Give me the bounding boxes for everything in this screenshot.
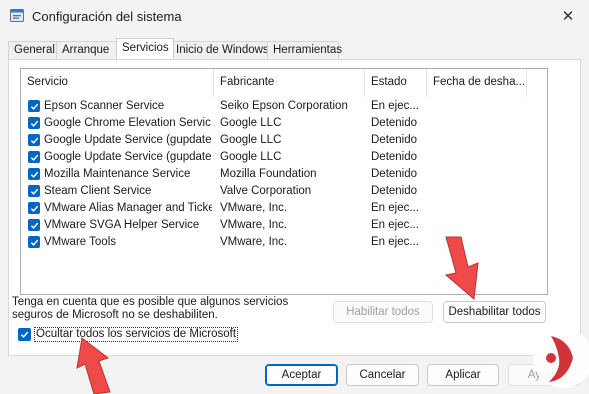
title-bar: Configuración del sistema ✕ bbox=[0, 0, 589, 34]
service-vendor: Seiko Epson Corporation bbox=[220, 100, 348, 112]
annotation-arrow-disable-all bbox=[444, 236, 479, 300]
column-header-fecha-deshabilitado[interactable]: Fecha de desha... bbox=[427, 69, 527, 97]
service-vendor: VMware, Inc. bbox=[220, 236, 288, 248]
checkmark-icon bbox=[30, 205, 38, 212]
service-name: VMware SVGA Helper Service bbox=[44, 219, 200, 231]
service-vendor: Valve Corporation bbox=[220, 185, 312, 197]
service-vendor: Google LLC bbox=[220, 151, 282, 163]
tab-arranque[interactable]: Arranque bbox=[56, 41, 117, 59]
table-row[interactable]: Google Update Service (gupdatem) Google … bbox=[21, 149, 547, 166]
service-name: Mozilla Maintenance Service bbox=[44, 168, 191, 180]
service-name: Steam Client Service bbox=[44, 185, 152, 197]
service-rows: Epson Scanner Service Seiko Epson Corpor… bbox=[21, 98, 547, 251]
service-status: Detenido bbox=[371, 134, 418, 146]
msconfig-app-icon bbox=[10, 9, 24, 22]
service-status: En ejec... bbox=[371, 202, 419, 214]
table-row[interactable]: VMware SVGA Helper Service VMware, Inc. … bbox=[21, 217, 547, 234]
hide-microsoft-label: Ocultar todos los servicios de Microsoft bbox=[34, 326, 239, 342]
table-row[interactable]: Mozilla Maintenance Service Mozilla Foun… bbox=[21, 166, 547, 183]
hide-microsoft-checkbox-box[interactable] bbox=[18, 327, 31, 341]
service-status: Detenido bbox=[371, 185, 418, 197]
service-vendor: Google LLC bbox=[220, 134, 282, 146]
tab-inicio-de-windows[interactable]: Inicio de Windows bbox=[170, 41, 269, 59]
tab-general[interactable]: General bbox=[8, 41, 57, 59]
column-header-estado[interactable]: Estado bbox=[365, 69, 427, 97]
row-checkbox[interactable] bbox=[28, 134, 40, 146]
row-checkbox[interactable] bbox=[28, 185, 40, 197]
watermark-logo bbox=[533, 328, 589, 388]
list-header: Servicio Fabricante Estado Fecha de desh… bbox=[21, 69, 547, 97]
service-name: Epson Scanner Service bbox=[44, 100, 165, 112]
service-name: VMware Tools bbox=[44, 236, 117, 248]
checkmark-icon bbox=[30, 120, 38, 127]
row-checkbox[interactable] bbox=[28, 168, 40, 180]
note-line-2: seguros de Microsoft no se deshabiliten. bbox=[12, 309, 218, 321]
service-name: Google Update Service (gupdate) bbox=[44, 134, 212, 146]
checkmark-icon bbox=[30, 239, 38, 246]
row-checkbox[interactable] bbox=[28, 117, 40, 129]
row-checkbox[interactable] bbox=[28, 202, 40, 214]
hide-microsoft-services-checkbox[interactable]: Ocultar todos los servicios de Microsoft bbox=[18, 326, 239, 342]
checkmark-icon bbox=[20, 331, 29, 338]
microsoft-services-note: Tenga en cuenta que es posible que algun… bbox=[12, 296, 322, 322]
tab-herramientas[interactable]: Herramientas bbox=[267, 41, 342, 59]
table-row[interactable]: VMware Alias Manager and Ticke... VMware… bbox=[21, 200, 547, 217]
table-row[interactable]: Google Update Service (gupdate) Google L… bbox=[21, 132, 547, 149]
service-status: En ejec... bbox=[371, 236, 419, 248]
service-name: Google Chrome Elevation Servic... bbox=[44, 117, 212, 129]
service-name: VMware Alias Manager and Ticke... bbox=[44, 202, 212, 214]
checkmark-icon bbox=[30, 222, 38, 229]
enable-all-button[interactable]: Habilitar todos bbox=[333, 301, 433, 323]
service-status: En ejec... bbox=[371, 100, 419, 112]
service-status: Detenido bbox=[371, 151, 418, 163]
service-vendor: Mozilla Foundation bbox=[220, 168, 317, 180]
checkmark-icon bbox=[30, 188, 38, 195]
checkmark-icon bbox=[30, 137, 38, 144]
column-header-servicio[interactable]: Servicio bbox=[21, 69, 214, 97]
row-checkbox[interactable] bbox=[28, 151, 40, 163]
service-status: Detenido bbox=[371, 117, 418, 129]
service-vendor: VMware, Inc. bbox=[220, 219, 288, 231]
column-header-fabricante[interactable]: Fabricante bbox=[214, 69, 365, 97]
table-row[interactable]: Epson Scanner Service Seiko Epson Corpor… bbox=[21, 98, 547, 115]
service-name: Google Update Service (gupdatem) bbox=[44, 151, 212, 163]
row-checkbox[interactable] bbox=[28, 236, 40, 248]
note-line-1: Tenga en cuenta que es posible que algun… bbox=[12, 296, 289, 308]
service-status: En ejec... bbox=[371, 219, 419, 231]
cancel-button[interactable]: Cancelar bbox=[346, 364, 419, 386]
annotation-arrow-hide-microsoft bbox=[76, 337, 111, 394]
checkmark-icon bbox=[30, 171, 38, 178]
checkmark-icon bbox=[30, 103, 38, 110]
row-checkbox[interactable] bbox=[28, 219, 40, 231]
tab-servicios[interactable]: Servicios bbox=[116, 38, 174, 59]
window-title: Configuración del sistema bbox=[32, 9, 182, 24]
table-row[interactable]: Google Chrome Elevation Servic... Google… bbox=[21, 115, 547, 132]
close-icon: ✕ bbox=[561, 8, 575, 25]
table-row[interactable]: Steam Client Service Valve Corporation D… bbox=[21, 183, 547, 200]
ok-button[interactable]: Aceptar bbox=[265, 364, 338, 386]
service-vendor: VMware, Inc. bbox=[220, 202, 288, 214]
checkmark-icon bbox=[30, 154, 38, 161]
close-button[interactable]: ✕ bbox=[551, 2, 585, 30]
service-vendor: Google LLC bbox=[220, 117, 282, 129]
service-status: Detenido bbox=[371, 168, 418, 180]
apply-button[interactable]: Aplicar bbox=[427, 364, 499, 386]
row-checkbox[interactable] bbox=[28, 100, 40, 112]
